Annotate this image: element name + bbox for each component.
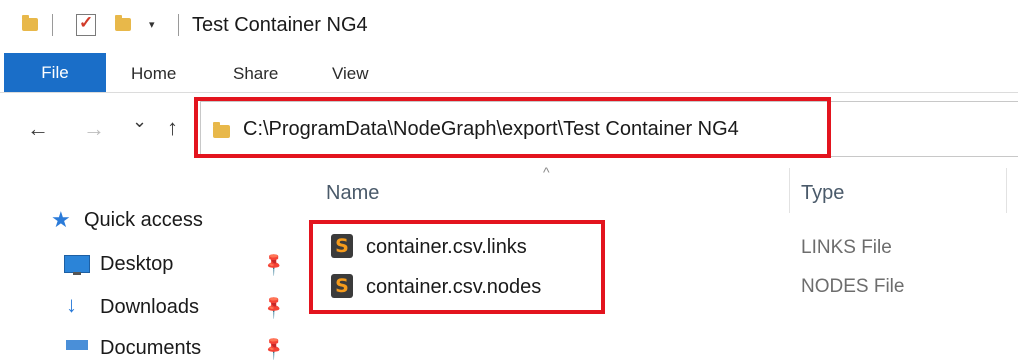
files-highlight-box bbox=[309, 220, 605, 314]
title-separator bbox=[178, 14, 179, 36]
tab-home[interactable]: Home bbox=[131, 64, 176, 84]
properties-icon[interactable]: ✓ bbox=[76, 13, 96, 36]
tab-file-label: File bbox=[41, 62, 69, 82]
customize-dropdown-icon[interactable]: ▾ bbox=[149, 18, 155, 31]
desktop-icon bbox=[64, 255, 90, 275]
documents-icon bbox=[66, 340, 88, 350]
recent-locations-button[interactable]: ⌄ bbox=[132, 112, 147, 130]
quick-access-star-icon: ★ bbox=[51, 207, 71, 232]
tab-share[interactable]: Share bbox=[233, 64, 278, 84]
column-header-name[interactable]: Name bbox=[326, 182, 379, 205]
pin-icon[interactable]: 📌 bbox=[260, 293, 288, 321]
pin-icon[interactable]: 📌 bbox=[260, 250, 288, 278]
nav-desktop[interactable]: Desktop bbox=[100, 253, 173, 276]
toolbar-separator bbox=[52, 14, 53, 36]
nav-quick-access[interactable]: Quick access bbox=[84, 209, 203, 232]
forward-button[interactable]: → bbox=[83, 118, 105, 140]
ribbon-divider bbox=[0, 92, 1018, 93]
file-type: NODES File bbox=[801, 276, 905, 297]
address-highlight-box bbox=[194, 97, 831, 158]
folder-icon[interactable] bbox=[22, 15, 38, 31]
nav-downloads[interactable]: Downloads bbox=[100, 296, 199, 319]
tab-file[interactable]: File bbox=[4, 53, 106, 92]
column-divider[interactable] bbox=[1006, 168, 1007, 213]
sort-ascending-icon: ^ bbox=[543, 164, 550, 180]
column-divider[interactable] bbox=[789, 168, 790, 213]
tab-view[interactable]: View bbox=[332, 64, 369, 84]
back-button[interactable]: ← bbox=[27, 118, 49, 140]
nav-documents[interactable]: Documents bbox=[100, 337, 201, 360]
download-arrow-icon: ↓ bbox=[66, 292, 77, 317]
window-title: Test Container NG4 bbox=[192, 14, 368, 36]
file-type: LINKS File bbox=[801, 237, 892, 258]
new-folder-icon[interactable] bbox=[115, 15, 131, 31]
pin-icon[interactable]: 📌 bbox=[260, 334, 288, 362]
up-button[interactable]: ↑ bbox=[167, 117, 178, 139]
column-header-type[interactable]: Type bbox=[801, 182, 844, 205]
